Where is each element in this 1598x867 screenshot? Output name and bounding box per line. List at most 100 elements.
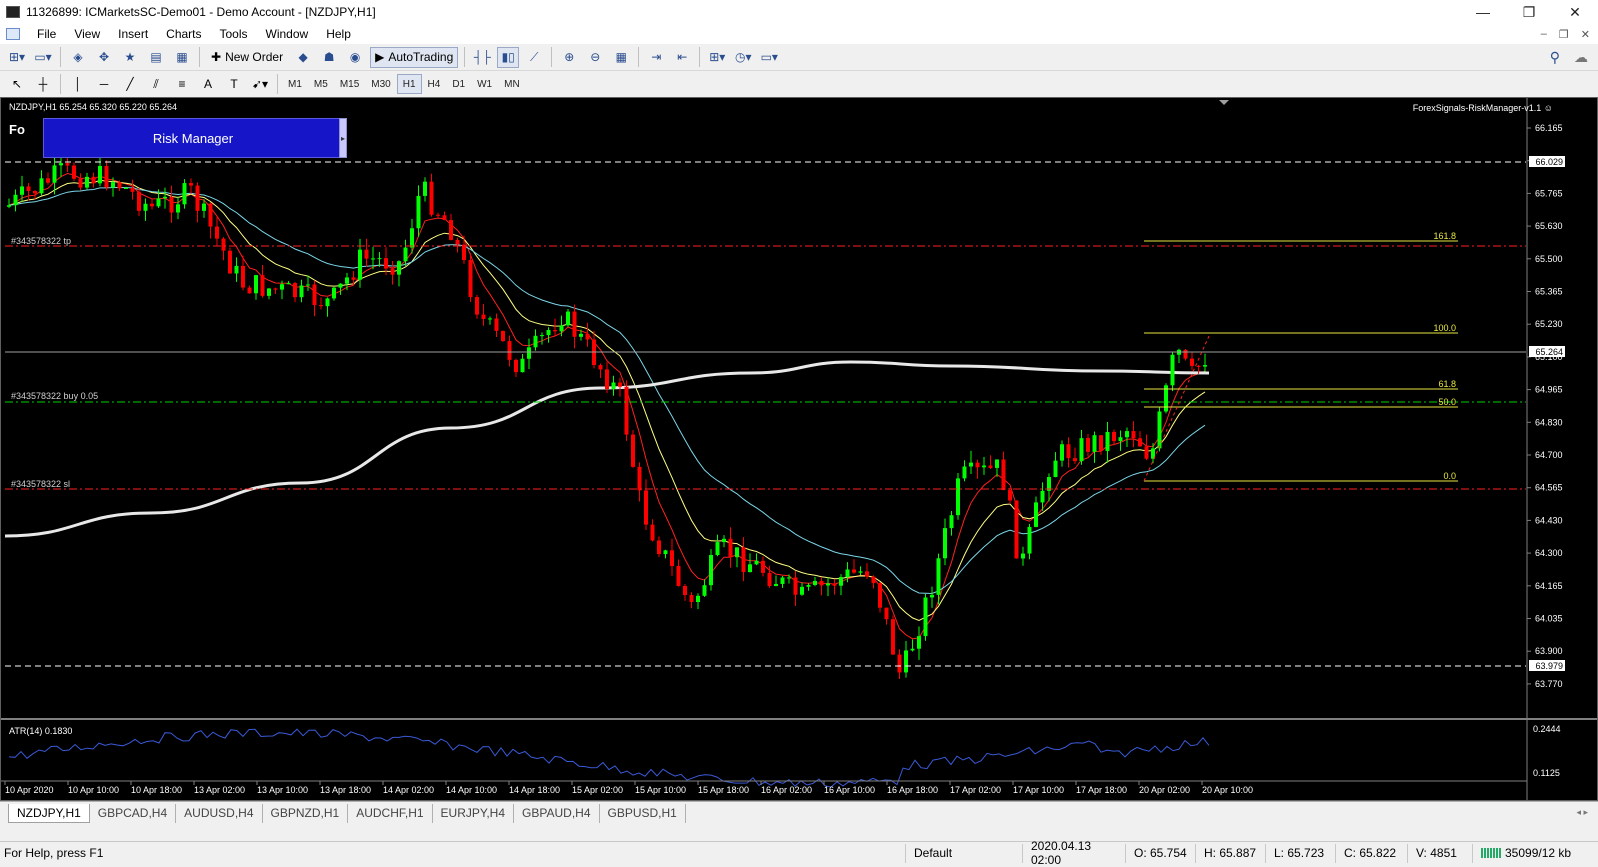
tile-windows-icon[interactable]: ▦: [610, 47, 632, 68]
bull-candle: [124, 187, 128, 189]
data-window-icon[interactable]: ✥: [93, 47, 115, 68]
timeframe-m5[interactable]: M5: [308, 74, 334, 94]
arrows-icon[interactable]: ➹▾: [249, 74, 271, 95]
bull-candle: [267, 288, 271, 296]
market-watch-icon[interactable]: ◈: [67, 47, 89, 68]
bull-candle: [702, 585, 707, 596]
bull-candle: [962, 466, 967, 479]
tab-scroll-arrows[interactable]: ◂ ▸: [1576, 807, 1588, 818]
price-tag-high: 66.029: [1535, 157, 1563, 167]
templates-icon[interactable]: ▭▾: [758, 47, 780, 68]
search-icon[interactable]: ⚲: [1550, 49, 1560, 66]
price-chart[interactable]: 161.8 100.0 61.8 50.0 0.0 #343578322 tp …: [1, 98, 1597, 800]
new-chart-icon[interactable]: ⊞▾: [6, 47, 28, 68]
equidistant-channel-icon[interactable]: ⫽: [145, 74, 167, 95]
terminal-icon[interactable]: ▤: [145, 47, 167, 68]
market-icon[interactable]: ◉: [344, 47, 366, 68]
tab-gbpaud-h4[interactable]: GBPAUD,H4: [514, 804, 600, 823]
bull-candle: [858, 571, 863, 573]
tab-audusd-h4[interactable]: AUDUSD,H4: [176, 804, 263, 823]
navigator-icon[interactable]: ★: [119, 47, 141, 68]
fibonacci-icon[interactable]: ≡: [171, 74, 193, 95]
bull-candle: [813, 580, 817, 585]
timeframe-h4[interactable]: H4: [422, 74, 447, 94]
bull-candle: [163, 196, 167, 199]
bull-candle: [52, 165, 57, 183]
crosshair-icon[interactable]: ┼: [32, 74, 54, 95]
maximize-button[interactable]: ❐: [1506, 0, 1552, 24]
tab-audchf-h1[interactable]: AUDCHF,H1: [348, 804, 433, 823]
bear-candle: [494, 318, 499, 331]
bull-candle: [111, 182, 115, 188]
bear-candle: [514, 359, 518, 373]
timeframe-w1[interactable]: W1: [471, 74, 498, 94]
bull-candle: [663, 550, 668, 555]
tab-gbpnzd-h1[interactable]: GBPNZD,H1: [263, 804, 349, 823]
menu-window[interactable]: Window: [257, 27, 318, 41]
menu-tools[interactable]: Tools: [211, 27, 257, 41]
signals-icon[interactable]: ☗: [318, 47, 340, 68]
expert-advisor-label[interactable]: ForexSignals-RiskManager-v1.1 ☺: [1413, 103, 1553, 113]
metaeditor-icon[interactable]: ◆: [292, 47, 314, 68]
indicators-icon[interactable]: ⊞▾: [706, 47, 728, 68]
tab-gbpcad-h4[interactable]: GBPCAD,H4: [90, 804, 177, 823]
bull-candle: [566, 311, 570, 326]
chart-window[interactable]: 161.8 100.0 61.8 50.0 0.0 #343578322 tp …: [0, 97, 1598, 801]
timeframe-m15[interactable]: M15: [334, 74, 365, 94]
bear-candle: [273, 288, 278, 290]
text-icon[interactable]: A: [197, 74, 219, 95]
chat-icon[interactable]: ☁: [1574, 49, 1588, 66]
vertical-line-icon[interactable]: │: [67, 74, 89, 95]
time-tick-label: 16 Apr 10:00: [824, 785, 875, 795]
status-profile[interactable]: Default: [905, 843, 1022, 863]
tab-eurjpy-h4[interactable]: EURJPY,H4: [433, 804, 515, 823]
timeframe-d1[interactable]: D1: [446, 74, 471, 94]
tab-gbpusd-h1[interactable]: GBPUSD,H1: [600, 804, 686, 823]
status-bar: For Help, press F1 Default 2020.04.13 02…: [0, 839, 1598, 867]
menu-insert[interactable]: Insert: [109, 27, 157, 41]
bull-candle: [20, 186, 24, 195]
minimize-button[interactable]: —: [1460, 0, 1506, 24]
periods-clock-icon[interactable]: ◷▾: [732, 47, 754, 68]
profiles-icon[interactable]: ▭▾: [32, 47, 54, 68]
status-traffic[interactable]: 35099/12 kb: [1472, 843, 1598, 863]
bear-candle: [761, 560, 765, 573]
price-tick-label: 66.165: [1535, 123, 1563, 133]
timeframe-m30[interactable]: M30: [365, 74, 396, 94]
toolbar-separator: [551, 47, 553, 67]
line-chart-icon[interactable]: ⟋: [523, 47, 545, 68]
horizontal-line-icon[interactable]: ─: [93, 74, 115, 95]
chart-document-icon[interactable]: [6, 28, 20, 40]
timeframe-h1[interactable]: H1: [396, 74, 422, 94]
zoom-in-icon[interactable]: ⊕: [558, 47, 580, 68]
menu-charts[interactable]: Charts: [157, 27, 210, 41]
mdi-restore-button[interactable]: ❐: [1559, 28, 1569, 41]
menu-file[interactable]: File: [28, 27, 65, 41]
risk-manager-collapse-button[interactable]: ▸: [339, 118, 347, 158]
autotrading-button[interactable]: ▶ AutoTrading: [370, 46, 459, 68]
candlestick-chart-icon[interactable]: ▮▯: [497, 46, 520, 68]
new-order-button[interactable]: ✚ New Order: [206, 47, 288, 68]
text-label-icon[interactable]: T: [223, 74, 245, 95]
time-tick-label: 17 Apr 18:00: [1076, 785, 1127, 795]
risk-manager-panel[interactable]: Risk Manager: [43, 118, 343, 158]
mdi-close-button[interactable]: ✕: [1581, 28, 1590, 41]
chart-shift-icon[interactable]: ⇤: [671, 47, 693, 68]
trendline-icon[interactable]: ╱: [119, 74, 141, 95]
menu-view[interactable]: View: [65, 27, 109, 41]
shift-marker-icon[interactable]: [1219, 100, 1229, 105]
close-button[interactable]: ✕: [1552, 0, 1598, 24]
timeframe-m1[interactable]: M1: [282, 74, 308, 94]
bear-candle: [247, 287, 252, 294]
bar-chart-icon[interactable]: ┤├: [471, 47, 493, 68]
strategy-tester-icon[interactable]: ▦: [171, 47, 193, 68]
timeframe-mn[interactable]: MN: [498, 74, 526, 94]
zoom-out-icon[interactable]: ⊖: [584, 47, 606, 68]
menu-help[interactable]: Help: [317, 27, 360, 41]
bull-candle: [722, 538, 726, 543]
bear-candle: [878, 583, 882, 608]
mdi-minimize-button[interactable]: –: [1541, 28, 1547, 41]
cursor-icon[interactable]: ↖: [6, 74, 28, 95]
tab-nzdjpy-h1[interactable]: NZDJPY,H1: [8, 804, 90, 823]
auto-scroll-icon[interactable]: ⇥: [645, 47, 667, 68]
